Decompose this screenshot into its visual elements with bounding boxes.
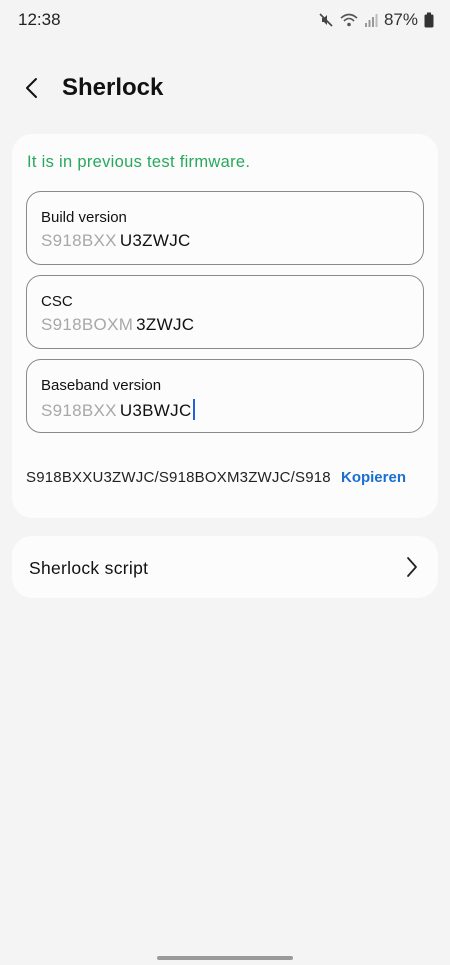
home-indicator[interactable] (157, 956, 293, 960)
field-prefix: S918BOXM (41, 315, 134, 334)
back-button[interactable] (14, 72, 50, 108)
sherlock-script-label: Sherlock script (29, 558, 149, 578)
signal-icon (364, 12, 378, 28)
sherlock-script-item[interactable]: Sherlock script (12, 536, 438, 598)
app-header: Sherlock (0, 68, 450, 112)
field-prefix: S918BXX (41, 401, 117, 420)
field-prefix: S918BXX (41, 231, 117, 250)
page-title: Sherlock (62, 74, 164, 101)
firmware-card: It is in previous test firmware. Build v… (12, 134, 438, 518)
chevron-right-icon (406, 556, 418, 583)
field-value: S918BOXM 3ZWJC (41, 315, 194, 335)
battery-percent: 87% (383, 10, 418, 29)
mute-icon (318, 12, 334, 28)
field-input-text: 3ZWJC (136, 315, 195, 334)
text-cursor (192, 399, 195, 420)
field-input-text: U3ZWJC (119, 231, 191, 250)
field-label: Build version (41, 209, 127, 226)
field-label: Baseband version (41, 377, 162, 394)
baseband-version-field[interactable]: Baseband version S918BXX U3BWJC (26, 359, 424, 433)
firmware-notice: It is in previous test firmware. (27, 153, 251, 171)
wifi-icon (340, 12, 358, 28)
combined-firmware-string: S918BXXU3ZWJC/S918BOXM3ZWJC/S918 (26, 469, 331, 486)
field-value: S918BXX U3ZWJC (41, 231, 191, 251)
field-input-text: U3BWJC (119, 401, 192, 420)
status-time: 12:38 (18, 10, 61, 29)
battery-icon (424, 12, 434, 28)
status-bar: 12:38 87% (0, 0, 450, 40)
status-icons: 87% (318, 10, 434, 30)
field-label: CSC (41, 293, 73, 310)
back-arrow-icon (24, 76, 40, 105)
field-value: S918BXX U3BWJC (41, 399, 195, 421)
copy-button[interactable]: Kopieren (341, 469, 406, 486)
build-version-field[interactable]: Build version S918BXX U3ZWJC (26, 191, 424, 265)
csc-field[interactable]: CSC S918BOXM 3ZWJC (26, 275, 424, 349)
